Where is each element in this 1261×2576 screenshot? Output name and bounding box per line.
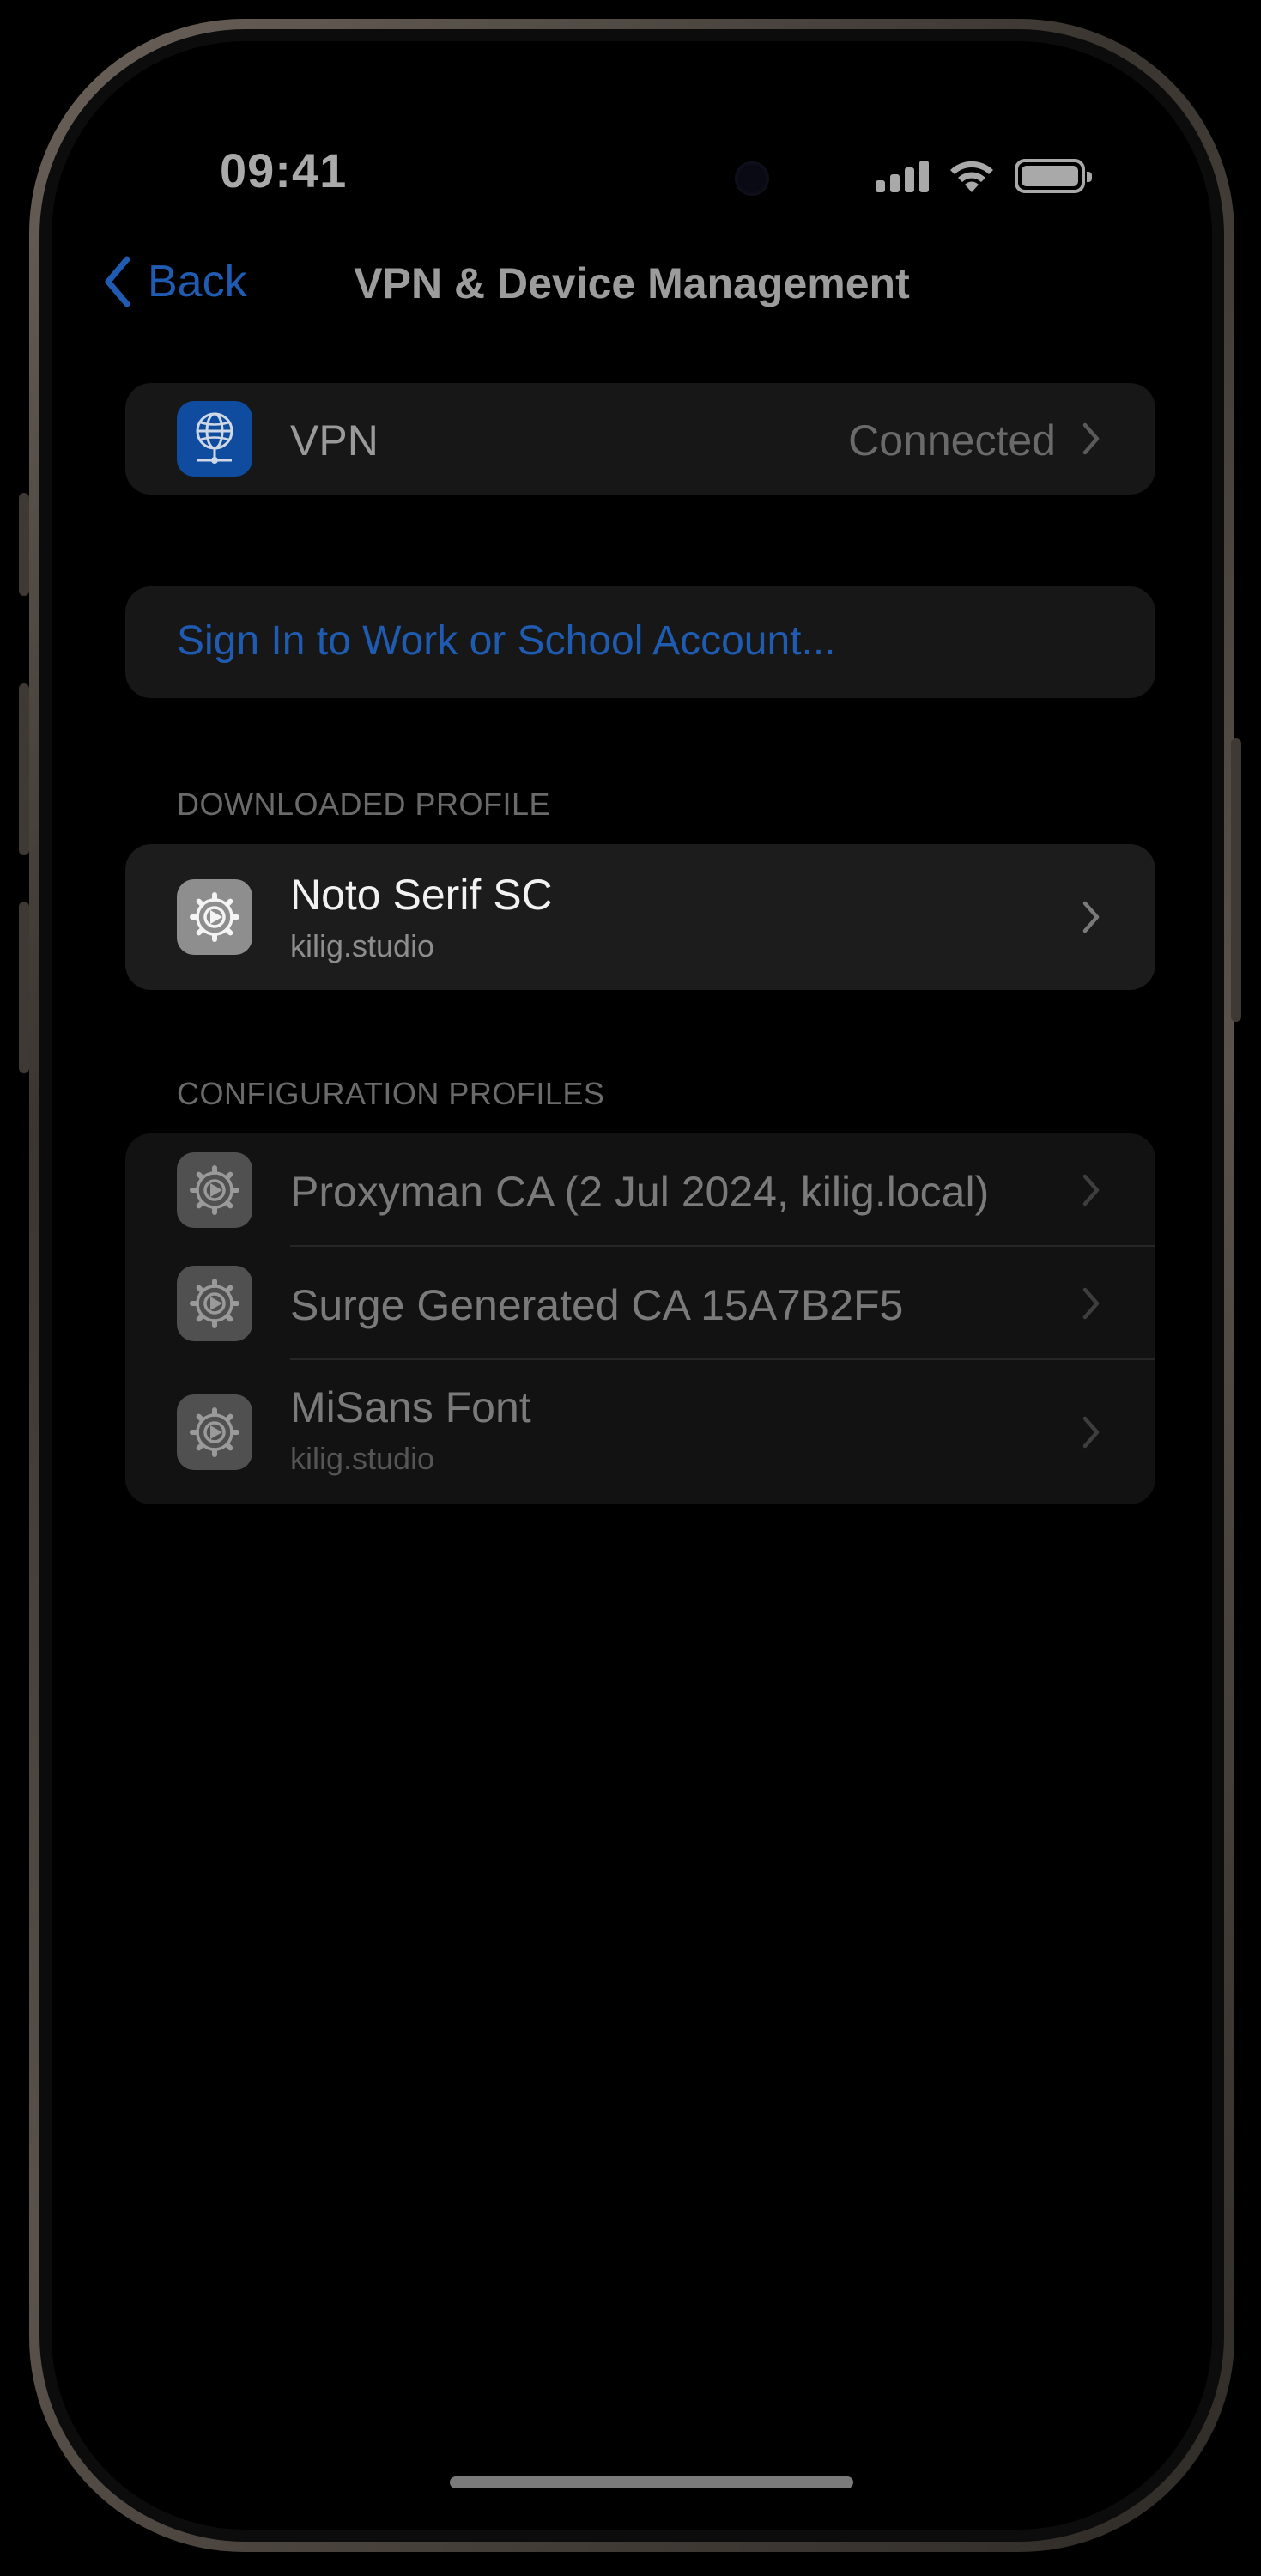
settings-gear-icon: [177, 1266, 252, 1341]
screen: 09:41 Back VPN & Device Management VPN C…: [52, 41, 1212, 2530]
configuration-profiles-group: Proxyman CA (2 Jul 2024, kilig.local) Su…: [125, 1133, 1155, 1504]
profile-subtitle: kilig.studio: [290, 928, 435, 963]
wifi-icon: [950, 161, 993, 192]
profile-title: Noto Serif SC: [290, 871, 553, 919]
action-button: [19, 493, 29, 596]
profile-row-surge-ca[interactable]: Surge Generated CA 15A7B2F5: [125, 1247, 1155, 1360]
configuration-profiles-header: CONFIGURATION PROFILES: [177, 1076, 605, 1111]
volume-up-button: [19, 683, 29, 855]
status-icons: [876, 158, 1092, 194]
home-indicator[interactable]: [450, 2476, 853, 2488]
battery-icon: [1015, 159, 1092, 193]
settings-gear-icon: [177, 879, 252, 955]
vpn-group: VPN Connected: [125, 383, 1155, 495]
status-time: 09:41: [220, 143, 348, 197]
profile-row-proxyman-ca[interactable]: Proxyman CA (2 Jul 2024, kilig.local): [125, 1133, 1155, 1247]
vpn-label: VPN: [290, 416, 379, 465]
vpn-status: Connected: [848, 416, 1056, 465]
settings-gear-icon: [177, 1152, 252, 1228]
vpn-globe-icon: [177, 401, 252, 477]
side-power-button: [1231, 738, 1241, 1022]
profile-title: MiSans Font: [290, 1383, 531, 1431]
volume-down-button: [19, 902, 29, 1073]
chevron-right-icon: [1078, 1413, 1104, 1451]
profile-subtitle: kilig.studio: [290, 1441, 435, 1476]
chevron-right-icon: [1078, 1171, 1104, 1209]
downloaded-profile-group: Noto Serif SC kilig.studio: [125, 844, 1155, 990]
phone-frame: 09:41 Back VPN & Device Management VPN C…: [29, 19, 1234, 2552]
sign-in-group: Sign In to Work or School Account...: [125, 586, 1155, 698]
sign-in-work-school-link[interactable]: Sign In to Work or School Account...: [177, 617, 836, 665]
cellular-signal-icon: [876, 160, 929, 192]
profile-title: Surge Generated CA 15A7B2F5: [290, 1281, 904, 1329]
profile-title: Proxyman CA (2 Jul 2024, kilig.local): [290, 1168, 990, 1216]
phone-bezel: 09:41 Back VPN & Device Management VPN C…: [39, 29, 1224, 2542]
downloaded-profile-header: DOWNLOADED PROFILE: [177, 787, 551, 822]
profile-row-misans-font[interactable]: MiSans Font kilig.studio: [125, 1360, 1155, 1504]
chevron-right-icon: [1078, 420, 1104, 458]
chevron-right-icon: [1078, 1285, 1104, 1322]
chevron-right-icon: [1078, 898, 1104, 936]
front-camera-icon: [735, 161, 769, 196]
settings-gear-icon: [177, 1394, 252, 1470]
vpn-row[interactable]: VPN Connected: [125, 383, 1155, 495]
page-title: VPN & Device Management: [354, 259, 910, 307]
profile-row-noto-serif-sc[interactable]: Noto Serif SC kilig.studio: [125, 844, 1155, 990]
